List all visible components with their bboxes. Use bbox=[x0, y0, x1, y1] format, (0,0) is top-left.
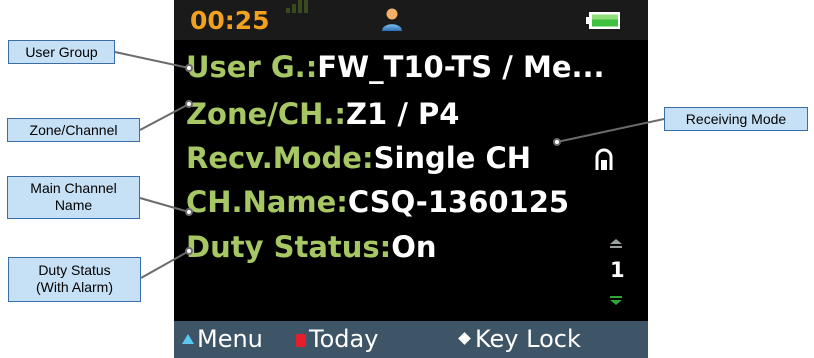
today-softkey-label: Today bbox=[309, 325, 379, 353]
diamond-icon bbox=[458, 332, 471, 345]
user-group-label: User G.: bbox=[186, 50, 318, 84]
key-lock-softkey-label: Key Lock bbox=[475, 325, 581, 353]
menu-softkey-label: Menu bbox=[197, 325, 263, 353]
zone-channel-value: Z1 / P4 bbox=[346, 97, 460, 131]
user-group-value: FW_T10-TS / Me... bbox=[317, 50, 605, 84]
receiving-mode-callout: Receiving Mode bbox=[664, 107, 808, 131]
duty-status-callout-line-2: (With Alarm) bbox=[36, 279, 113, 295]
main-channel-name-callout-line-2: Name bbox=[54, 197, 93, 213]
channel-name-label: CH.Name: bbox=[186, 185, 348, 219]
red-square-icon bbox=[296, 334, 306, 347]
channel-name-value: CSQ-1360125 bbox=[347, 185, 570, 219]
battery-icon bbox=[586, 12, 620, 29]
duty-status-value: On bbox=[391, 230, 437, 264]
zone-channel-row: Zone/CH.:Z1 / P4 bbox=[186, 97, 459, 131]
status-bar: 00:25 bbox=[174, 0, 648, 40]
receiving-mode-row: Recv.Mode:Single CH bbox=[186, 141, 531, 175]
clock-time: 00:25 bbox=[190, 6, 270, 35]
user-icon bbox=[382, 8, 402, 31]
main-channel-name-callout: Main Channel Name bbox=[7, 176, 140, 219]
single-channel-mode-icon bbox=[595, 148, 613, 170]
channel-name-row: CH.Name:CSQ-1360125 bbox=[186, 185, 569, 219]
user-group-callout: User Group bbox=[8, 40, 115, 64]
scroll-down-arrow-icon[interactable] bbox=[608, 295, 624, 307]
receiving-mode-label: Recv.Mode: bbox=[186, 141, 374, 175]
scroll-up-arrow-icon[interactable] bbox=[608, 238, 624, 250]
menu-softkey[interactable]: Menu bbox=[182, 325, 263, 353]
zone-channel-callout: Zone/Channel bbox=[7, 118, 140, 142]
device-screen: 00:25 User G.:FW_T10-TS / Me... Zone/CH.… bbox=[174, 0, 648, 358]
duty-status-row: Duty Status:On bbox=[186, 230, 437, 264]
receiving-mode-value: Single CH bbox=[373, 141, 532, 175]
user-group-row: User G.:FW_T10-TS / Me... bbox=[186, 50, 605, 84]
softkey-bar: Menu Today Key Lock bbox=[174, 321, 648, 358]
duty-status-callout-line-1: Duty Status bbox=[38, 262, 111, 278]
duty-status-label: Duty Status: bbox=[186, 230, 392, 264]
duty-status-callout: Duty Status (With Alarm) bbox=[8, 257, 141, 302]
key-lock-softkey[interactable]: Key Lock bbox=[458, 325, 581, 353]
zone-channel-label: Zone/CH.: bbox=[186, 97, 347, 131]
main-channel-name-callout-line-1: Main Channel bbox=[30, 180, 117, 196]
today-softkey[interactable]: Today bbox=[296, 325, 378, 353]
page-number: 1 bbox=[610, 258, 625, 282]
up-triangle-icon bbox=[182, 334, 194, 344]
